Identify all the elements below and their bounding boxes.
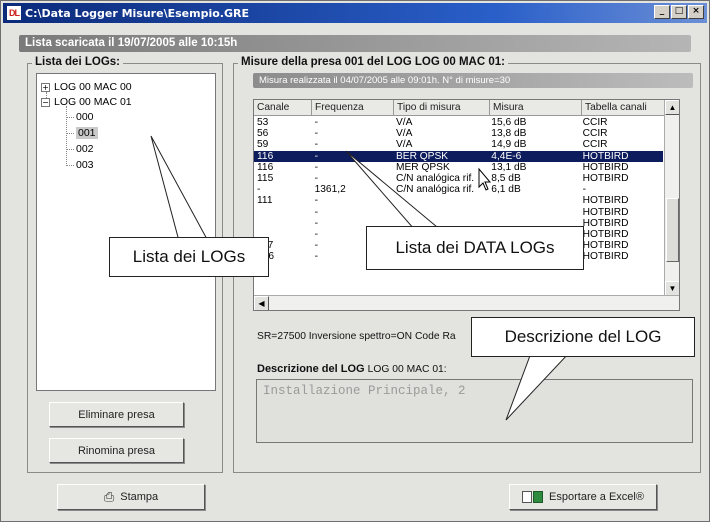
mouse-cursor-icon (478, 167, 492, 191)
callout-pointers (150, 135, 571, 421)
callout-pointer-data-logs (345, 150, 451, 238)
callout-logs: Lista dei LOGs (109, 237, 269, 277)
callout-pointer-logs (150, 135, 209, 242)
callout-description: Descrizione del LOG (471, 317, 695, 357)
main-window: DL C:\Data Logger Misure\Esempio.GRE _ □… (0, 0, 710, 522)
callout-pointer-description (505, 352, 571, 421)
callout-data-logs: Lista dei DATA LOGs (366, 226, 584, 270)
